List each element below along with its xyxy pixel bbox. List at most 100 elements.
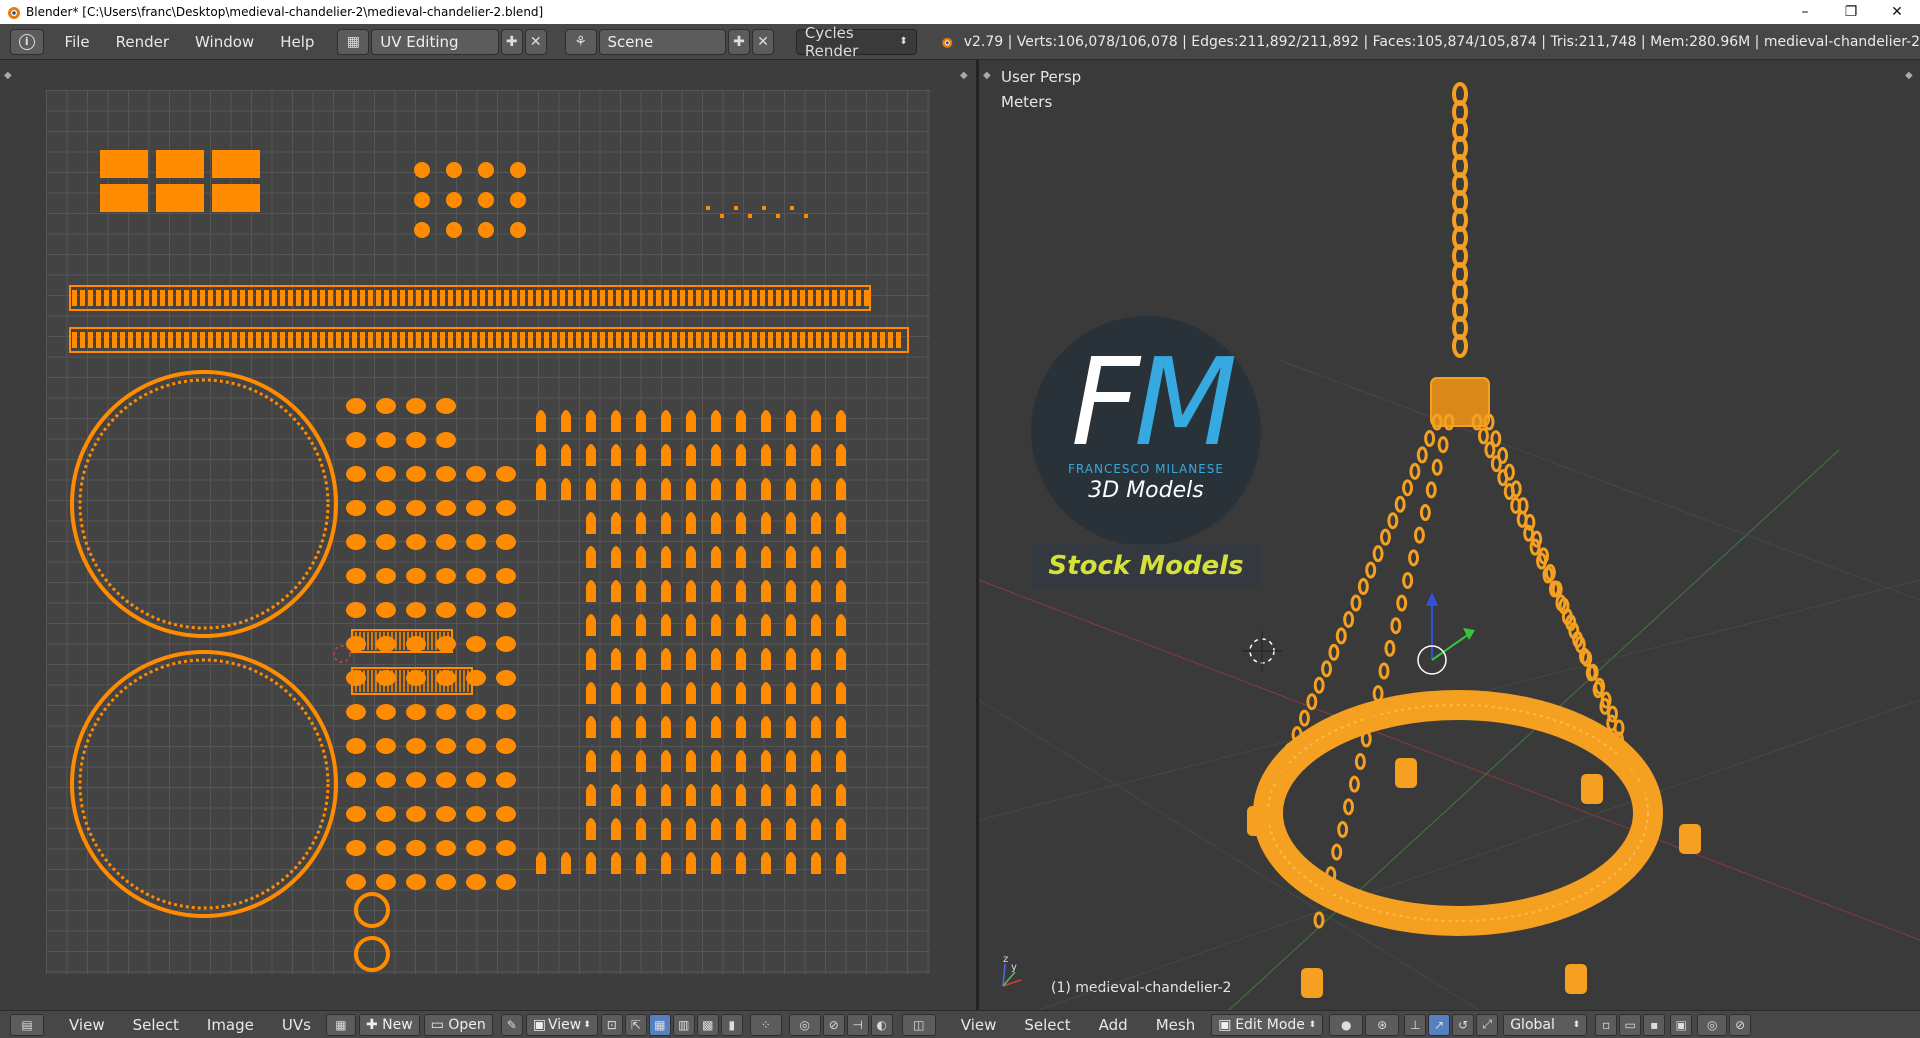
close-button[interactable]: ✕: [1874, 0, 1920, 24]
uv-strip-segment: [664, 332, 669, 348]
menu-help[interactable]: Help: [267, 33, 327, 51]
rotate-manipulator-icon[interactable]: ↺: [1452, 1013, 1475, 1036]
uv-strip-segment: [832, 290, 837, 306]
interaction-mode-select[interactable]: ▣ Edit Mode ⬍: [1211, 1013, 1324, 1036]
sticky-select-icon[interactable]: ⁘: [749, 1013, 782, 1036]
snap-target-icon[interactable]: ⊣: [846, 1013, 869, 1036]
menu-window[interactable]: Window: [182, 33, 267, 51]
editor-type-uv-icon[interactable]: ▤: [10, 1013, 44, 1036]
image-browse-icon[interactable]: ▦: [325, 1013, 356, 1036]
sync-selection-icon[interactable]: ⇱: [624, 1013, 647, 1036]
minimize-button[interactable]: –: [1782, 0, 1828, 24]
uv-island: [414, 162, 430, 178]
uv-candle-island: [636, 682, 646, 704]
pin-icon[interactable]: ✎: [500, 1013, 523, 1036]
uv-menu-uvs[interactable]: UVs: [268, 1016, 325, 1034]
uv-piece-island: [376, 602, 396, 618]
pivot-icon[interactable]: ⊡: [600, 1013, 623, 1036]
3d-viewport[interactable]: ◆ ◆ User Persp Meters (1) medieval-chand…: [979, 60, 1920, 1010]
uv-menu-view[interactable]: View: [55, 1016, 119, 1034]
uv-strip-segment: [552, 332, 557, 348]
uv-sculpt-icon[interactable]: ◐: [870, 1013, 893, 1036]
uv-strip: [69, 285, 871, 311]
island-select-icon[interactable]: ▮: [720, 1013, 743, 1036]
snap-3d-icon[interactable]: ⊘: [1729, 1013, 1752, 1036]
uv-piece-island: [346, 806, 366, 822]
pivot-point-icon[interactable]: ⊛: [1365, 1013, 1400, 1036]
uv-island: [790, 206, 794, 210]
uv-strip-segment: [328, 290, 333, 306]
3d-menu-view[interactable]: View: [947, 1016, 1011, 1034]
uv-strip-segment: [512, 332, 517, 348]
3d-menu-add[interactable]: Add: [1085, 1016, 1142, 1034]
region-toggle-left-icon[interactable]: ◆: [4, 70, 12, 81]
vertex-select-icon[interactable]: ▦: [648, 1013, 671, 1036]
vertex-mode-icon[interactable]: ▫: [1595, 1013, 1618, 1036]
uv-grid-canvas[interactable]: [46, 90, 930, 974]
3d-menu-select[interactable]: Select: [1010, 1016, 1084, 1034]
uv-strip-segment: [416, 290, 421, 306]
uv-candle-island: [811, 444, 821, 466]
uv-strip-segment: [800, 290, 805, 306]
edge-select-icon[interactable]: ▥: [672, 1013, 695, 1036]
manipulator-icon[interactable]: ⊥: [1404, 1013, 1427, 1036]
add-scene-icon[interactable]: ✚: [728, 28, 750, 55]
chevron-updown-icon: ⬍: [1572, 1019, 1581, 1030]
menu-file[interactable]: File: [52, 33, 103, 51]
new-image-button[interactable]: ✚ New: [358, 1013, 420, 1036]
uv-menu-select[interactable]: Select: [119, 1016, 193, 1034]
edge-mode-icon[interactable]: ▭: [1619, 1013, 1642, 1036]
screen-layout-field[interactable]: UV Editing: [371, 28, 499, 55]
uv-strip-segment: [200, 290, 205, 306]
open-image-button[interactable]: ▭ Open: [423, 1013, 493, 1036]
snap-icon[interactable]: ⊘: [822, 1013, 845, 1036]
region-toggle-right-icon[interactable]: ◆: [960, 70, 968, 81]
face-mode-icon[interactable]: ▪: [1643, 1013, 1666, 1036]
uv-piece-island: [346, 704, 366, 720]
proportional-edit-3d-icon[interactable]: ◎: [1697, 1013, 1728, 1036]
editor-type-info-icon[interactable]: i: [10, 28, 44, 55]
render-engine-select[interactable]: Cycles Render ⬍: [795, 24, 917, 60]
restore-button[interactable]: ❐: [1828, 0, 1874, 24]
uv-candle-island: [611, 580, 621, 602]
scene-field[interactable]: Scene: [598, 28, 727, 55]
uv-2d-cursor: [333, 645, 351, 663]
editor-type-3d-icon[interactable]: ◫: [901, 1013, 936, 1036]
uv-strip-segment: [208, 332, 213, 348]
proportional-edit-icon[interactable]: ◎: [788, 1013, 821, 1036]
delete-scene-icon[interactable]: ✕: [751, 28, 774, 55]
uv-strip-segment: [848, 332, 853, 348]
uv-menu-image[interactable]: Image: [193, 1016, 268, 1034]
delete-screen-icon[interactable]: ✕: [524, 28, 547, 55]
uv-candle-island: [711, 648, 721, 670]
uv-strip-segment: [624, 290, 629, 306]
screen-layout-icon[interactable]: ▦: [337, 28, 370, 55]
occlude-geometry-icon[interactable]: ▣: [1670, 1013, 1693, 1036]
uv-strip-segment: [840, 290, 845, 306]
candle-holder: [1565, 964, 1587, 994]
uv-piece-island: [346, 772, 366, 788]
uv-candle-island: [736, 614, 746, 636]
info-header: i File Render Window Help ▦ UV Editing ✚…: [0, 24, 1920, 60]
uv-candle-island: [686, 410, 696, 432]
uv-candle-island: [811, 750, 821, 772]
uv-piece-island: [376, 670, 396, 686]
chain-link: [1298, 709, 1310, 727]
face-select-icon[interactable]: ▩: [696, 1013, 719, 1036]
scale-manipulator-icon[interactable]: ⤢: [1476, 1013, 1499, 1036]
3d-menu-mesh[interactable]: Mesh: [1142, 1016, 1210, 1034]
uv-view-mode-select[interactable]: ▣ View ⬍: [525, 1013, 598, 1036]
transform-orientation-select[interactable]: Global ⬍: [1503, 1013, 1588, 1036]
uv-image-editor[interactable]: ◆ ◆: [0, 60, 976, 1010]
add-screen-icon[interactable]: ✚: [500, 28, 523, 55]
uv-candle-island: [686, 784, 696, 806]
uv-strip-segment: [144, 332, 149, 348]
translate-manipulator-icon[interactable]: ↗: [1428, 1013, 1451, 1036]
menu-render[interactable]: Render: [103, 33, 182, 51]
chain-link: [1372, 545, 1384, 563]
uv-piece-island: [466, 602, 486, 618]
scene-icon[interactable]: ⚘: [564, 28, 597, 55]
uv-candle-island: [836, 852, 846, 874]
uv-strip-segment: [528, 290, 533, 306]
viewport-shading-icon[interactable]: ●: [1329, 1013, 1364, 1036]
